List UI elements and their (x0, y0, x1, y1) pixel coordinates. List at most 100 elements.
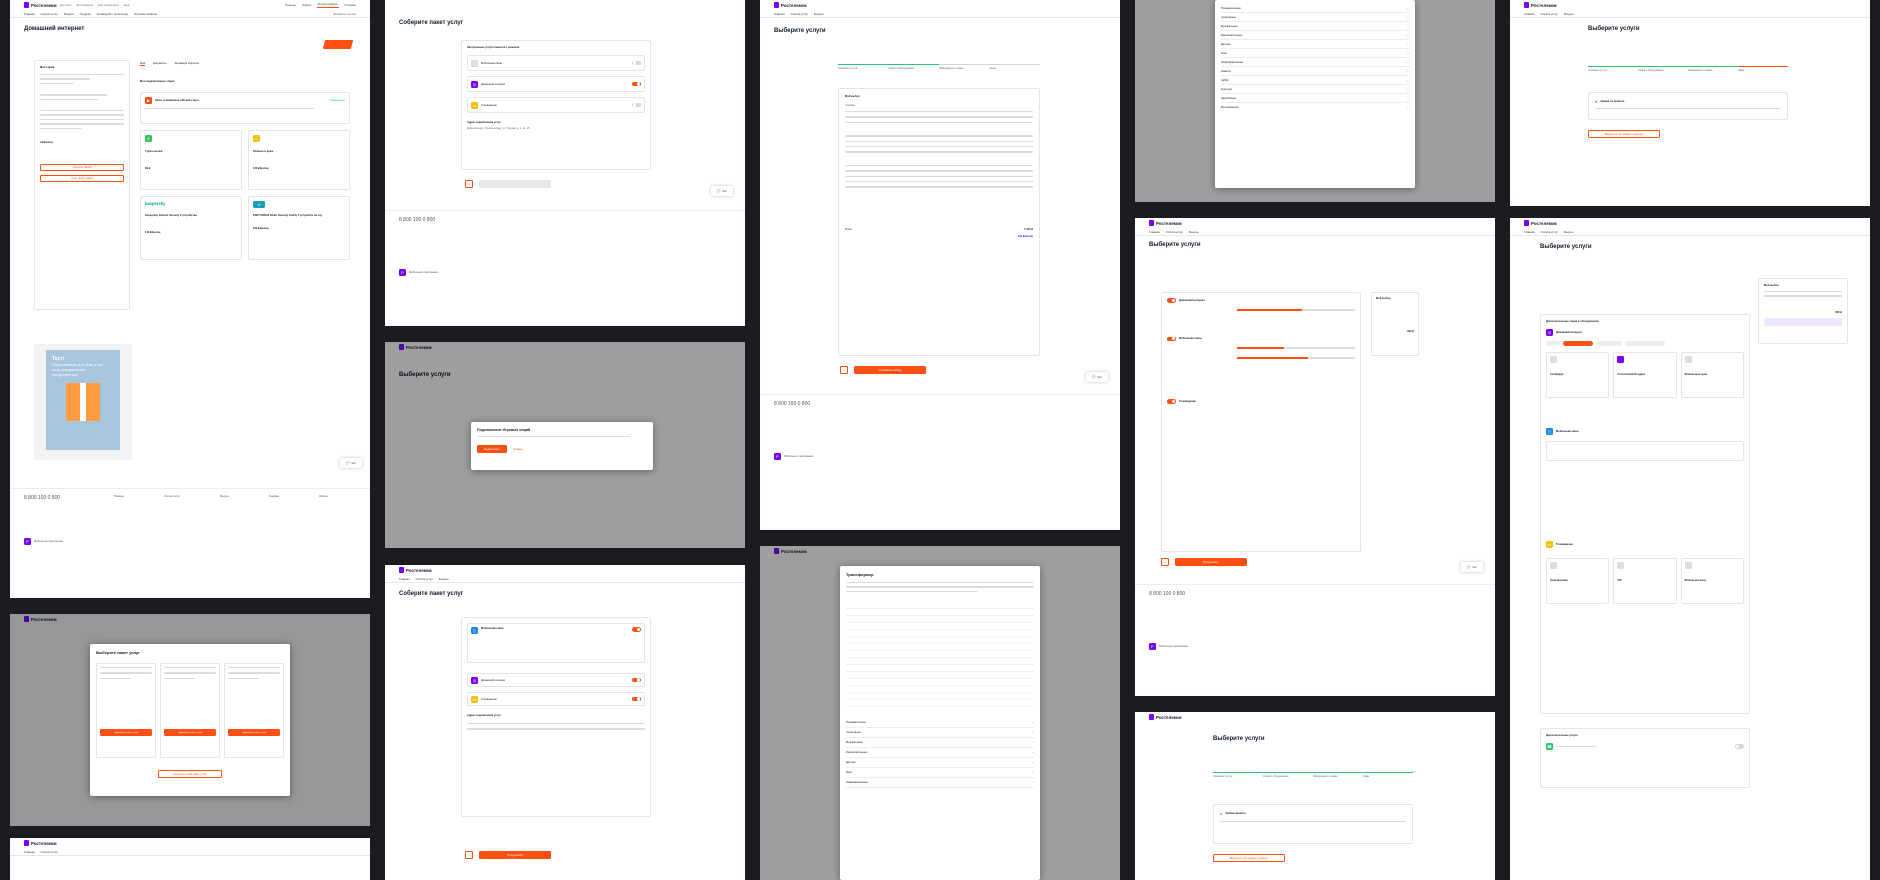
footer-app[interactable]: Мобильное приложение (1159, 645, 1188, 648)
tab-pay[interactable]: Оплата услуг (1541, 12, 1558, 16)
continue-button-disabled[interactable] (479, 180, 551, 188)
chevron-down-icon[interactable]: ⌄ (1407, 88, 1409, 91)
chevron-down-icon[interactable]: ⌄ (1407, 43, 1409, 46)
service-row[interactable]: Домашний интернет (1167, 298, 1355, 303)
connect-pack-button[interactable]: Подключить пакет услуг (100, 729, 152, 737)
service-toggle[interactable] (632, 677, 641, 683)
filter-chip[interactable] (1546, 341, 1560, 346)
tab-games[interactable]: Игровые сервисы (134, 12, 157, 16)
subtab-mine[interactable]: Моё (140, 62, 146, 66)
home-button[interactable]: Вернуться на главную страницу (1588, 130, 1660, 138)
continue-button[interactable]: Продолжить (479, 851, 551, 859)
service-toggle[interactable] (632, 60, 641, 66)
connect-pack-button[interactable]: Подключить пакет услуг (164, 729, 216, 737)
help-link[interactable]: Помощь (285, 3, 296, 7)
footer-app[interactable]: Мобильное приложение (784, 455, 813, 458)
minutes-slider[interactable] (1237, 347, 1355, 349)
category-row[interactable]: Детские (1221, 43, 1231, 46)
category-row[interactable]: Познавательное (846, 721, 866, 724)
service-row[interactable]: ▯ Мобильная связь (467, 623, 645, 663)
logo[interactable]: Ростелеком (24, 2, 57, 8)
chevron-down-icon[interactable]: ⌄ (1407, 7, 1409, 10)
category-row[interactable]: Кино (846, 771, 852, 774)
tv-tile[interactable]: Мобильное кино (1680, 558, 1744, 604)
footer-phone[interactable]: 8 800 100 0 800 (1149, 591, 1481, 597)
chevron-down-icon[interactable]: ⌄ (1032, 771, 1034, 774)
tab-bonus[interactable]: Бонусы (814, 12, 824, 16)
region-select[interactable]: Выберите регион (334, 12, 357, 16)
tab-pay[interactable]: Оплата услуг (416, 577, 433, 581)
tab-pay[interactable]: Оплата услуг (41, 12, 58, 16)
logo[interactable]: Ростелеком (1524, 220, 1557, 226)
logo[interactable]: Ростелеком (774, 548, 807, 554)
tv-tile[interactable]: VIP (1613, 558, 1677, 604)
category-row[interactable]: Зарубежные (1221, 97, 1236, 100)
chevron-down-icon[interactable]: ⌄ (1032, 721, 1034, 724)
service-toggle[interactable] (1167, 399, 1176, 404)
service-toggle[interactable] (1167, 336, 1176, 341)
filter-chip-active[interactable] (1563, 341, 1593, 346)
tv-tile[interactable]: Трансформер (1546, 558, 1610, 604)
service-toggle[interactable] (632, 102, 641, 108)
promo-box[interactable] (1764, 317, 1842, 326)
footer-app[interactable]: Мобильное приложение (409, 271, 438, 274)
category-row[interactable]: Информационные (1221, 61, 1243, 64)
tab-main[interactable]: Главная (24, 12, 35, 16)
service-toggle[interactable] (632, 627, 641, 632)
option-tile[interactable]: Антивирус (1546, 352, 1610, 398)
category-row[interactable]: Культура (1221, 88, 1232, 91)
pack-option[interactable]: Подключить пакет услуг (160, 663, 220, 758)
submit-button[interactable]: Отправить заявку (854, 366, 926, 374)
chat-button[interactable]: 💬 Чат (1086, 372, 1108, 382)
logo[interactable]: Ростелеком (1149, 220, 1182, 226)
nav-item[interactable]: Для операторов (98, 3, 119, 7)
category-row[interactable]: Развлекательные (1221, 34, 1242, 37)
chevron-down-icon[interactable]: ⌄ (1407, 61, 1409, 64)
footer-link[interactable]: Тарифы (269, 495, 279, 498)
tab-main[interactable]: Главная (1149, 230, 1160, 234)
chevron-down-icon[interactable]: ⌄ (1032, 761, 1034, 764)
tab-main[interactable]: Главная (1524, 12, 1535, 16)
category-row[interactable]: Познавательное (1221, 7, 1241, 10)
logo[interactable]: Ростелеком (24, 840, 57, 846)
continue-button[interactable]: Продолжить (1175, 558, 1247, 566)
service-row[interactable]: Мобильная связь (1167, 336, 1355, 341)
footer-app[interactable]: Мобильное приложение (34, 540, 63, 543)
chevron-down-icon[interactable]: ⌄ (1032, 781, 1034, 784)
service-row[interactable]: ▭ Телевидение (467, 97, 645, 113)
service-row[interactable]: Телевидение (1167, 399, 1355, 404)
ad-banner[interactable]: Тест! Персонально для Вас у нас есть спе… (34, 344, 132, 460)
footer-phone[interactable]: 8 800 100 0 800 (399, 217, 731, 223)
back-button[interactable]: ‹ (840, 366, 848, 374)
category-row[interactable]: Музыкальные (1221, 25, 1238, 28)
service-toggle[interactable] (1167, 298, 1176, 303)
back-button[interactable]: ‹ (1161, 558, 1169, 566)
home-button[interactable]: Вернуться на главную страницу (1213, 854, 1285, 862)
tab-promo[interactable]: Активируйте промокоды (97, 12, 129, 16)
connect-pack-button[interactable]: Подключить пакет услуг (228, 729, 280, 737)
service-toggle[interactable] (632, 81, 641, 87)
back-button[interactable]: ‹ (465, 851, 473, 859)
pack-option[interactable]: Подключить пакет услуг (224, 663, 284, 758)
tab-bonus[interactable]: Бонусы (1564, 230, 1574, 234)
category-row[interactable]: Хобби (1221, 79, 1229, 82)
tab-bonus[interactable]: Бонусы (1189, 230, 1199, 234)
chevron-down-icon[interactable]: ⌄ (1407, 52, 1409, 55)
subtab-docs[interactable]: Документы (153, 62, 166, 66)
tab-pay[interactable]: Оплата услуг (791, 12, 808, 16)
category-row[interactable]: Музыкальные (846, 741, 863, 744)
chat-button[interactable]: 💬 Чат (340, 458, 362, 468)
logo[interactable]: Ростелеком (1524, 2, 1557, 8)
pack-option[interactable]: Подключить пакет услуг (96, 663, 156, 758)
chevron-down-icon[interactable]: ⌄ (1407, 25, 1409, 28)
contacts-link[interactable]: Kontaktы (345, 3, 357, 7)
tab-pay[interactable]: Оплата услуг (1166, 230, 1183, 234)
footer-link[interactable]: Оплата услуг (164, 495, 180, 498)
tab-pay[interactable]: Оплата услуг (41, 850, 58, 854)
tab-main[interactable]: Главная (1524, 230, 1535, 234)
cabinet-link[interactable]: Личный кабинет (317, 2, 339, 8)
chevron-down-icon[interactable]: ⌄ (1407, 16, 1409, 19)
logo[interactable]: Ростелеком (399, 344, 432, 350)
service-toggle[interactable] (632, 696, 641, 702)
tab-main[interactable]: Главная (24, 850, 35, 854)
